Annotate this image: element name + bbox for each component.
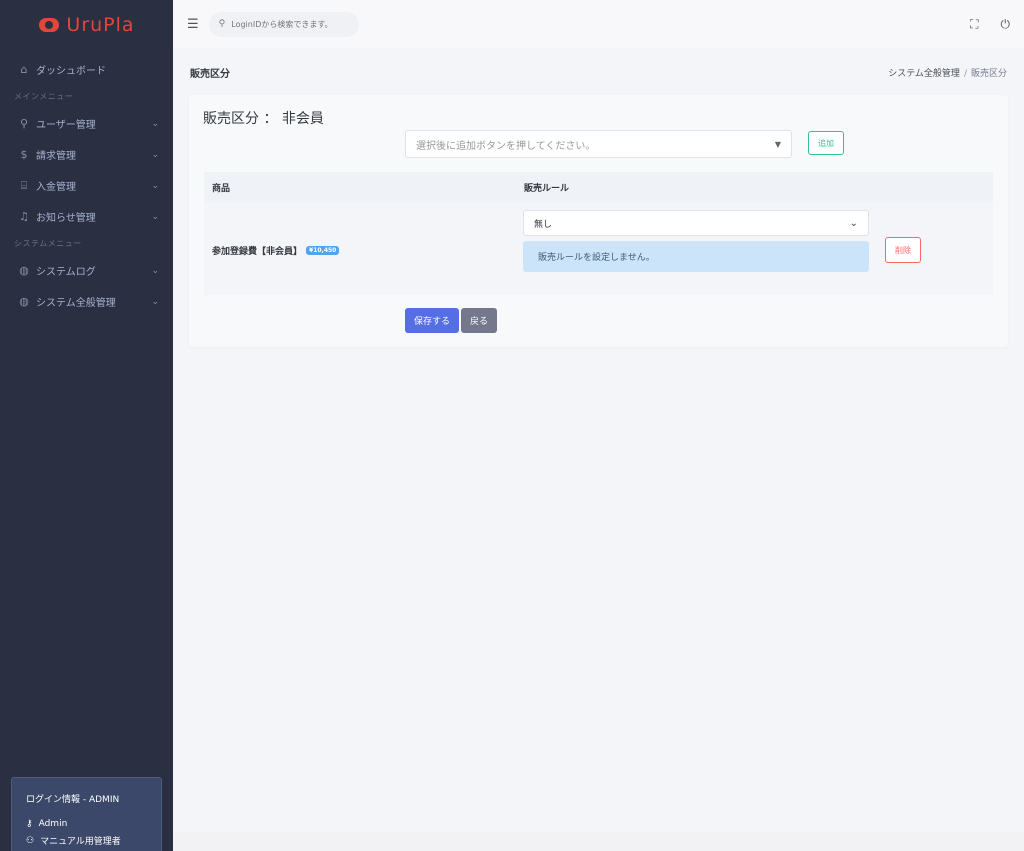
delete-button[interactable]: 削除 <box>885 237 921 263</box>
save-button[interactable]: 保存する <box>405 308 459 333</box>
sidebar-item-label: システム全般管理 <box>36 298 116 309</box>
logo-text: UruPla <box>66 14 135 36</box>
main-menu-title: メインメニュー <box>14 92 74 101</box>
sales-category-card: 販売区分 ： 非会員 選択後に追加ボタンを押してください。 ▼ 追加 商品 販売… <box>189 95 1008 347</box>
sidebar-item-label: 請求管理 <box>36 151 76 162</box>
topbar: ☰ ⚲ ⛶ ⏻ <box>173 0 1024 48</box>
product-select-placeholder: 選択後に追加ボタンを押してください。 <box>416 140 596 152</box>
breadcrumb-item[interactable]: システム全般管理 <box>888 69 960 79</box>
user-icon: ⚲ <box>19 117 29 130</box>
chevron-down-icon: ⌄ <box>151 180 159 191</box>
price-badge: ¥10,450 <box>306 246 340 255</box>
sidebar-item-label: システムログ <box>36 267 96 278</box>
page-title: 販売区分 <box>190 69 230 80</box>
cloud-logo-icon <box>38 14 60 36</box>
breadcrumb-separator: / <box>963 69 967 79</box>
sidebar: UruPla ⌂ ダッシュボード メインメニュー ⚲ ユーザー管理 ⌄ $ 請求… <box>0 0 173 851</box>
caret-down-icon: ▼ <box>774 139 781 149</box>
search-box[interactable]: ⚲ <box>208 11 359 37</box>
home-icon: ⌂ <box>20 63 28 76</box>
sidebar-item-system-log[interactable]: ◍ システムログ ⌄ <box>0 255 173 286</box>
chevron-down-icon: ⌄ <box>849 217 858 229</box>
login-role-row: ⚇ マニュアル用管理者 <box>26 834 147 848</box>
column-header-product: 商品 <box>212 183 231 194</box>
dollar-icon: $ <box>20 148 28 161</box>
hamburger-menu-icon[interactable]: ☰ <box>187 17 199 32</box>
login-role: マニュアル用管理者 <box>40 837 121 847</box>
add-button[interactable]: 追加 <box>808 131 844 155</box>
sidebar-item-label: ユーザー管理 <box>36 120 96 131</box>
globe-icon: ◍ <box>19 264 29 277</box>
power-icon[interactable]: ⏻ <box>1001 17 1011 32</box>
column-header-sales-rule: 販売ルール <box>524 183 570 194</box>
sales-rule-select[interactable]: 無し ⌄ <box>523 210 869 236</box>
app-logo[interactable]: UruPla <box>0 0 173 50</box>
sidebar-item-payments[interactable]: ⌸ 入金管理 ⌄ <box>0 170 173 201</box>
sidebar-item-label: お知らせ管理 <box>36 213 96 224</box>
back-button[interactable]: 戻る <box>461 308 497 333</box>
footer <box>173 832 1024 851</box>
table-row: 参加登録費【非会員】 ¥10,450 無し ⌄ 販売ルールを設定しません。 削除 <box>204 202 993 295</box>
table-header: 商品 販売ルール <box>204 172 993 202</box>
bell-icon: ♫ <box>19 210 29 223</box>
search-input[interactable] <box>231 19 347 29</box>
product-select[interactable]: 選択後に追加ボタンを押してください。 ▼ <box>405 130 792 158</box>
search-icon: ⚲ <box>218 19 226 29</box>
fullscreen-icon[interactable]: ⛶ <box>970 17 978 32</box>
chevron-down-icon: ⌄ <box>151 149 159 160</box>
sidebar-item-label: ダッシュボード <box>36 66 106 77</box>
sidebar-item-label: 入金管理 <box>36 182 76 193</box>
sidebar-item-notices[interactable]: ♫ お知らせ管理 ⌄ <box>0 201 173 232</box>
breadcrumb-current: 販売区分 <box>970 69 1007 79</box>
sidebar-item-billing[interactable]: $ 請求管理 ⌄ <box>0 139 173 170</box>
sidebar-item-dashboard[interactable]: ⌂ ダッシュボード <box>0 54 173 85</box>
product-cell: 参加登録費【非会員】 ¥10,450 <box>212 244 340 257</box>
key-icon: ⚷ <box>26 819 33 829</box>
system-menu-title: システムメニュー <box>14 239 82 248</box>
sidebar-item-user-management[interactable]: ⚲ ユーザー管理 ⌄ <box>0 108 173 139</box>
card-title: 販売区分 ： 非会員 <box>203 111 324 127</box>
chevron-down-icon: ⌄ <box>151 296 159 307</box>
login-info-title: ログイン情報 - ADMIN <box>26 795 120 805</box>
globe-icon: ◍ <box>19 295 29 308</box>
login-user: Admin <box>38 819 68 829</box>
chevron-down-icon: ⌄ <box>151 211 159 222</box>
breadcrumb: システム全般管理 / 販売区分 <box>888 66 1007 79</box>
login-info-panel: ログイン情報 - ADMIN ⚷ Admin ⚇ マニュアル用管理者 <box>11 777 162 851</box>
sales-rule-info-alert: 販売ルールを設定しません。 <box>523 241 869 272</box>
sales-rule-selected: 無し <box>534 219 553 230</box>
users-icon: ⚇ <box>26 835 35 846</box>
chevron-down-icon: ⌄ <box>151 265 159 276</box>
sidebar-item-system-general[interactable]: ◍ システム全般管理 ⌄ <box>0 286 173 317</box>
topbar-actions: ⛶ ⏻ <box>970 17 1010 32</box>
login-user-row: ⚷ Admin <box>26 819 147 829</box>
bank-icon: ⌸ <box>20 178 28 192</box>
chevron-down-icon: ⌄ <box>151 118 159 129</box>
product-name: 参加登録費【非会員】 <box>212 247 303 257</box>
